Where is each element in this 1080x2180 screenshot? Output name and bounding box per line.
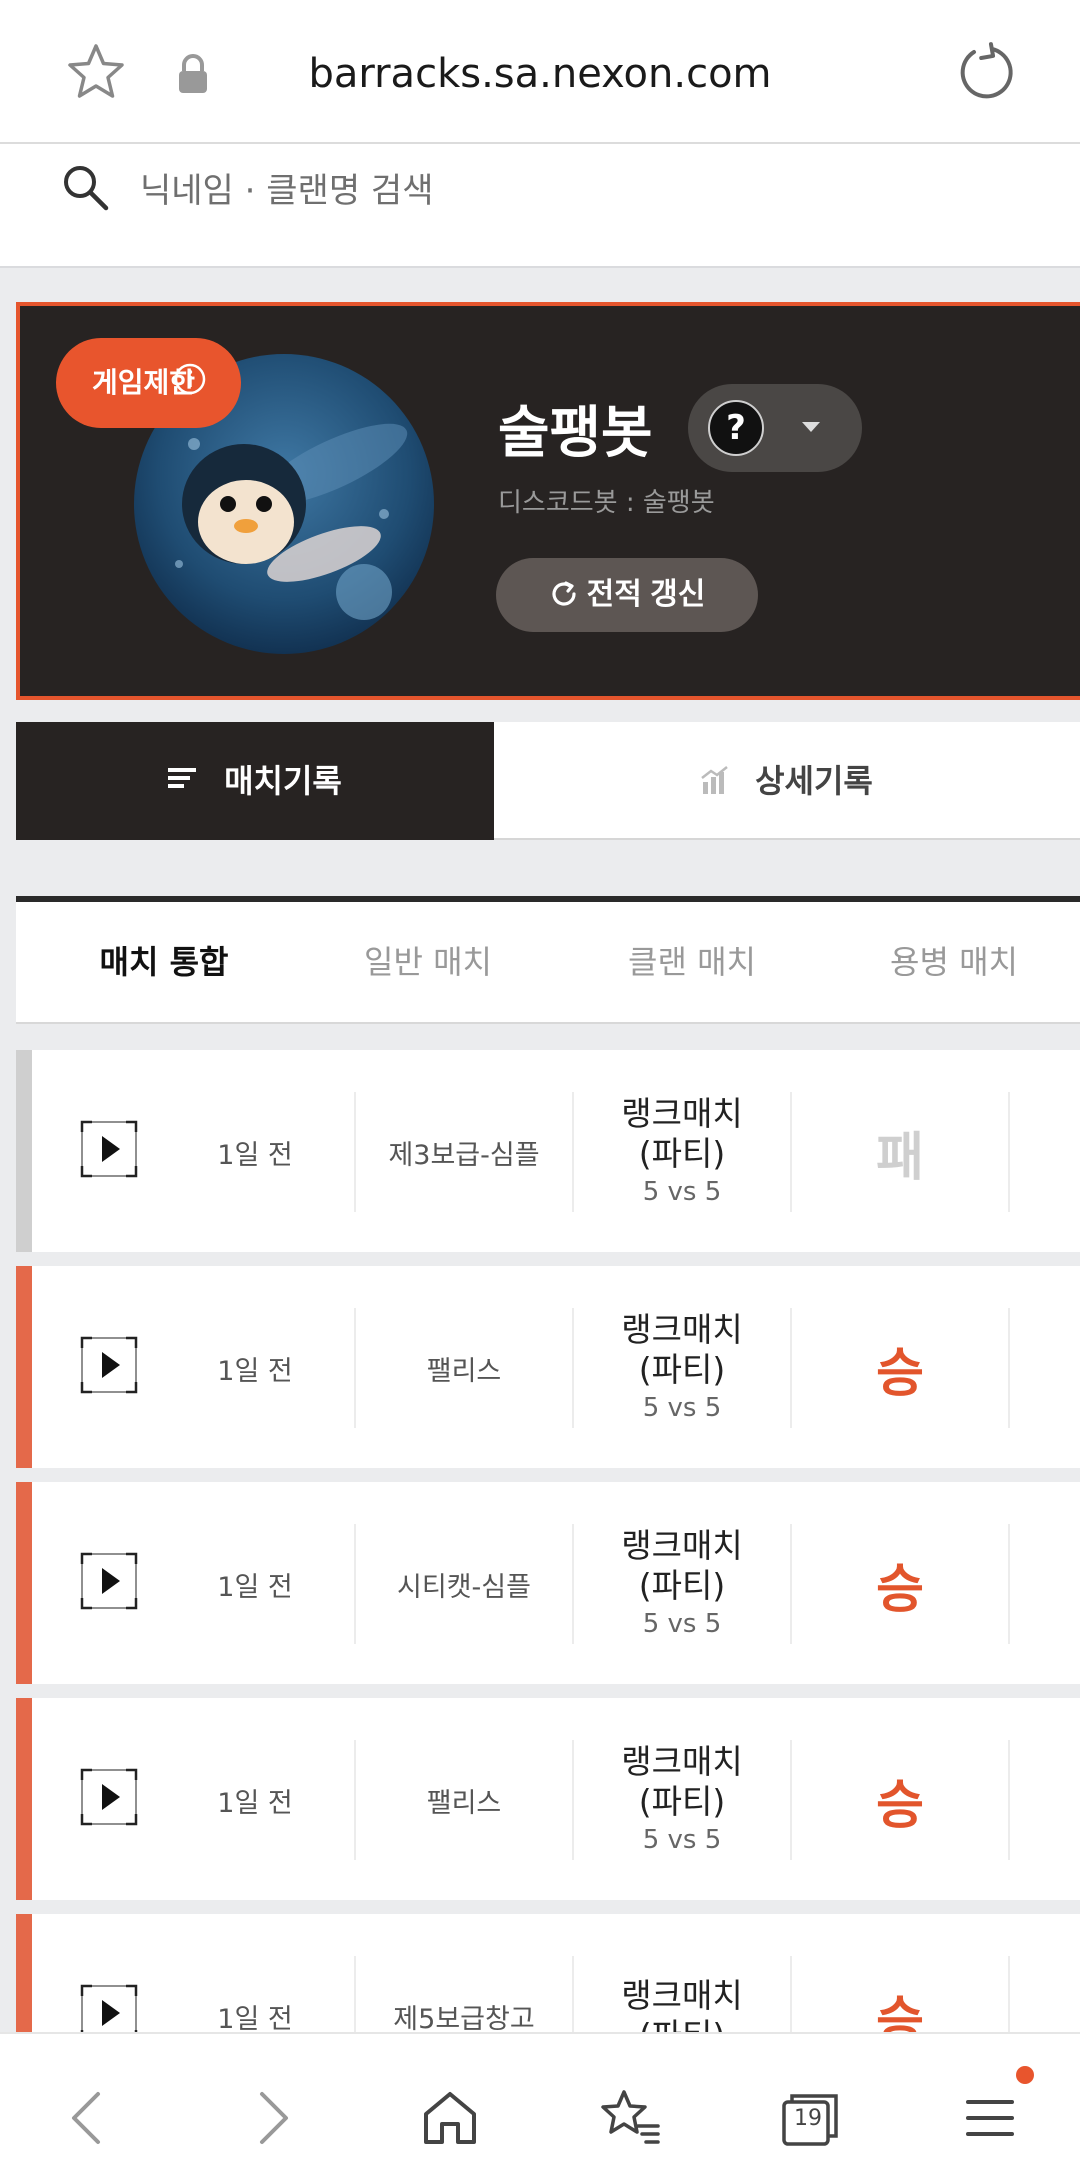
search-icon	[64, 166, 109, 211]
result-bar	[16, 1050, 32, 1252]
match-map: 시티캣-심플	[356, 1524, 574, 1644]
refresh-label: 전적 갱신	[586, 578, 706, 611]
chart-icon	[701, 766, 728, 794]
help-dropdown[interactable]: ?	[688, 384, 862, 472]
notification-dot	[1016, 2066, 1034, 2084]
chevron-down-icon	[802, 422, 820, 432]
match-type-line1: 랭크매치	[621, 1310, 743, 1349]
match-mode: 5 vs 5	[642, 1393, 722, 1423]
refresh-record-button[interactable]: 전적 갱신	[496, 558, 758, 632]
match-time: 1일 전	[156, 1740, 356, 1860]
match-type: 랭크매치 (파티) 5 vs 5	[574, 1740, 792, 1860]
home-icon[interactable]	[418, 2086, 482, 2150]
back-icon[interactable]	[56, 2086, 120, 2150]
tab-detail-record[interactable]: 상세기록	[494, 722, 1080, 840]
match-mode: 5 vs 5	[642, 1177, 722, 1207]
result-bar	[16, 1698, 32, 1900]
tab-clan-matches[interactable]: 클랜 매치	[560, 902, 824, 1022]
tabs-button[interactable]: 19	[778, 2086, 842, 2150]
result-bar	[16, 1482, 32, 1684]
tab-detail-record-label: 상세기록	[755, 762, 873, 800]
bookmark-star-icon[interactable]	[64, 40, 128, 104]
match-type-tabs: 매치 통합 일반 매치 클랜 매치 용병 매치	[16, 896, 1080, 1024]
play-replay-icon[interactable]	[80, 1768, 138, 1826]
match-map: 팰리스	[356, 1308, 574, 1428]
match-time: 1일 전	[156, 1092, 356, 1212]
result-bar	[16, 1266, 32, 1468]
match-mode: 5 vs 5	[642, 1825, 722, 1855]
record-tabs: 매치기록 상세기록	[16, 722, 1080, 840]
tab-match-record-label: 매치기록	[224, 762, 342, 800]
search-bar	[0, 144, 1080, 268]
play-replay-icon[interactable]	[80, 1552, 138, 1610]
match-result: 승	[792, 1524, 1010, 1644]
match-row[interactable]: 1일 전 팰리스 랭크매치 (파티) 5 vs 5 승	[16, 1698, 1080, 1900]
browser-url-bar: barracks.sa.nexon.com	[0, 0, 1080, 144]
bookmarks-icon[interactable]	[598, 2086, 662, 2150]
match-result: 승	[792, 1740, 1010, 1860]
search-input[interactable]	[138, 162, 942, 220]
match-type-line2: (파티)	[638, 1350, 726, 1389]
tab-all-matches[interactable]: 매치 통합	[32, 902, 296, 1022]
player-meta: 디스코드봇 : 술팽봇	[498, 488, 715, 518]
match-row[interactable]: 1일 전 시티캣-심플 랭크매치 (파티) 5 vs 5 승	[16, 1482, 1080, 1684]
tab-match-record[interactable]: 매치기록	[16, 722, 494, 840]
match-type-line2: (파티)	[638, 1134, 726, 1173]
lock-icon	[179, 54, 207, 93]
play-replay-icon[interactable]	[80, 1336, 138, 1394]
tab-count: 19	[794, 2106, 822, 2131]
match-map: 팰리스	[356, 1740, 574, 1860]
match-type-line1: 랭크매치	[621, 1976, 743, 2015]
url-text[interactable]: barracks.sa.nexon.com	[250, 44, 830, 104]
forward-icon[interactable]	[240, 2086, 304, 2150]
match-type: 랭크매치 (파티) 5 vs 5	[574, 1092, 792, 1212]
tab-mercenary-matches[interactable]: 용병 매치	[822, 902, 1080, 1022]
list-icon	[168, 768, 197, 788]
question-mark-icon: ?	[708, 400, 764, 456]
refresh-icon	[552, 581, 576, 606]
match-type: 랭크매치 (파티) 5 vs 5	[574, 1524, 792, 1644]
match-type-line2: (파티)	[638, 1566, 726, 1605]
browser-bottom-nav: 19	[0, 2032, 1080, 2180]
player-nickname: 술팽봇	[498, 401, 653, 466]
match-type-line1: 랭크매치	[621, 1526, 743, 1565]
info-icon	[174, 363, 206, 395]
reload-icon[interactable]	[952, 40, 1016, 104]
match-row[interactable]: 1일 전 제3보급-심플 랭크매치 (파티) 5 vs 5 패	[16, 1050, 1080, 1252]
game-restriction-badge[interactable]: 게임제한	[56, 338, 242, 428]
match-type-line1: 랭크매치	[621, 1094, 743, 1133]
match-map: 제3보급-심플	[356, 1092, 574, 1212]
match-time: 1일 전	[156, 1308, 356, 1428]
match-result: 패	[792, 1092, 1010, 1212]
match-type: 랭크매치 (파티) 5 vs 5	[574, 1308, 792, 1428]
tab-normal-matches[interactable]: 일반 매치	[296, 902, 560, 1022]
match-result: 승	[792, 1308, 1010, 1428]
match-mode: 5 vs 5	[642, 1609, 722, 1639]
match-time: 1일 전	[156, 1524, 356, 1644]
match-row[interactable]: 1일 전 팰리스 랭크매치 (파티) 5 vs 5 승	[16, 1266, 1080, 1468]
match-type-line2: (파티)	[638, 1782, 726, 1821]
profile-card: 게임제한 술팽봇 ? 디스코드봇 : 술팽봇 전적 갱신	[16, 302, 1080, 700]
play-replay-icon[interactable]	[80, 1120, 138, 1178]
menu-icon[interactable]	[958, 2086, 1022, 2150]
match-type-line1: 랭크매치	[621, 1742, 743, 1781]
